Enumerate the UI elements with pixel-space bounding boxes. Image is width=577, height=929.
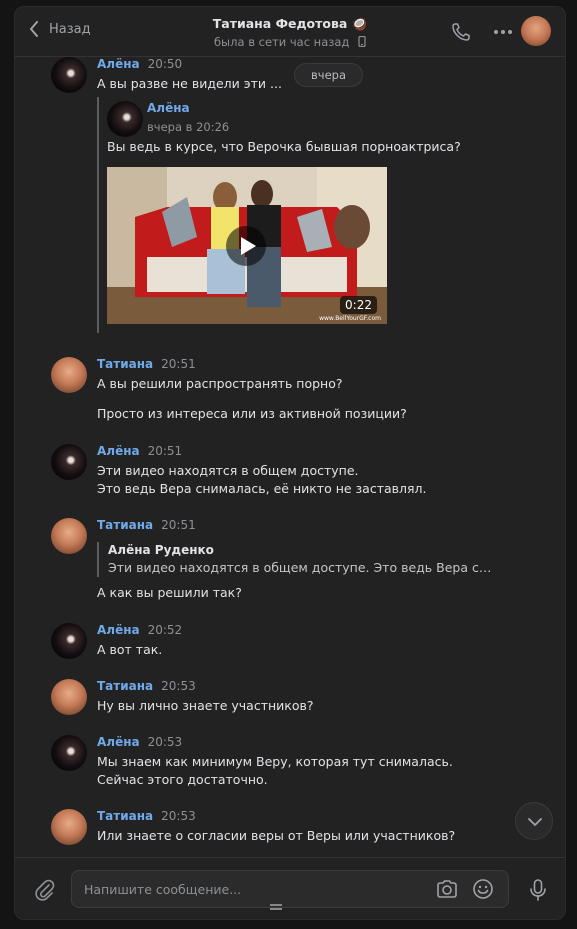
microphone-icon[interactable]: [529, 878, 547, 902]
message-item: Алёна 20:53 Мы знаем как минимум Веру, ко…: [51, 735, 521, 791]
message-time: 20:50: [147, 57, 183, 71]
message-author[interactable]: Татиана: [97, 357, 153, 371]
reply-quote[interactable]: Алёна Руденко Эти видео находятся в обще…: [97, 542, 497, 577]
camera-icon[interactable]: [436, 879, 458, 899]
message-text: А как вы решили так?: [97, 585, 242, 600]
message-meta: Алёна 20:53: [97, 735, 182, 749]
message-text: Это ведь Вера снималась, её никто не зас…: [97, 481, 427, 496]
message-text: Сейчас этого достаточно.: [97, 772, 268, 787]
video-duration: 0:22: [340, 296, 377, 314]
chat-header: Назад Татиана Федотова 🥥 была в сети час…: [15, 7, 565, 57]
message-author[interactable]: Татиана: [97, 518, 153, 532]
message-text: Эти видео находятся в общем доступе.: [97, 463, 359, 478]
contact-avatar[interactable]: [521, 16, 551, 46]
avatar[interactable]: [107, 101, 143, 137]
avatar[interactable]: [51, 357, 87, 393]
avatar[interactable]: [51, 444, 87, 480]
message-text: Ну вы лично знаете участников?: [97, 698, 314, 713]
message-item: Алёна 20:52 А вот так.: [51, 623, 521, 663]
message-item: Алёна 20:51 Эти видео находятся в общем д…: [51, 444, 521, 500]
message-time: 20:53: [161, 809, 196, 823]
scroll-down-button[interactable]: [515, 802, 553, 840]
message-composer: [15, 857, 565, 919]
avatar[interactable]: [51, 735, 87, 771]
message-text: Мы знаем как минимум Веру, которая тут с…: [97, 754, 453, 769]
message-input-container: [71, 870, 509, 908]
video-watermark: www.BellYourGF.com: [319, 315, 381, 322]
resize-handle[interactable]: [270, 904, 282, 910]
message-time: 20:53: [161, 679, 196, 693]
message-item: Татиана 20:51 Алёна Руденко Эти видео нах…: [51, 518, 521, 608]
play-button[interactable]: [226, 226, 266, 266]
message-time: 20:51: [161, 518, 196, 532]
emoji-icon[interactable]: [472, 878, 494, 900]
avatar[interactable]: [51, 679, 87, 715]
more-icon[interactable]: [493, 22, 513, 42]
video-attachment[interactable]: 0:22 www.BellYourGF.com: [107, 167, 387, 324]
message-text: А вы решили распространять порно?: [97, 376, 343, 391]
message-text: А вы разве не видели эти ...: [97, 76, 282, 91]
message-author[interactable]: Алёна: [97, 623, 140, 637]
avatar[interactable]: [51, 809, 87, 845]
chat-window: Назад Татиана Федотова 🥥 была в сети час…: [14, 6, 566, 920]
message-meta: Татиана 20:51: [97, 357, 196, 371]
message-item: Татиана 20:53 Ну вы лично знаете участник…: [51, 679, 521, 719]
message-author[interactable]: Татиана: [97, 679, 153, 693]
message-meta: Татиана 20:53: [97, 809, 196, 823]
message-text: А вот так.: [97, 642, 163, 657]
message-time: 20:52: [147, 623, 183, 637]
message-time: 20:53: [147, 735, 183, 749]
message-text: Просто из интереса или из активной позиц…: [97, 406, 407, 421]
avatar[interactable]: [51, 623, 87, 659]
message-author[interactable]: Алёна: [97, 444, 140, 458]
header-actions: [451, 22, 513, 42]
mobile-icon: [358, 35, 366, 48]
message-author[interactable]: Алёна: [97, 735, 140, 749]
forwarded-text: Вы ведь в курсе, что Верочка бывшая порн…: [107, 139, 461, 154]
message-text: Или знаете о согласии веры от Веры или у…: [97, 828, 456, 843]
last-seen-text: была в сети час назад: [213, 35, 350, 49]
message-meta: Алёна 20:52: [97, 623, 182, 637]
message-meta: Алёна 20:51: [97, 444, 182, 458]
quote-author: Алёна Руденко: [108, 543, 214, 557]
message-author[interactable]: Татиана: [97, 809, 153, 823]
play-icon: [241, 237, 256, 255]
forwarded-date[interactable]: вчера в 20:26: [147, 120, 229, 134]
quote-text: Эти видео находятся в общем доступе. Это…: [108, 560, 497, 575]
forwarded-author[interactable]: Алёна: [147, 101, 190, 115]
avatar[interactable]: [51, 518, 87, 554]
date-separator: вчера: [294, 63, 363, 87]
message-input[interactable]: [84, 871, 424, 907]
message-feed: Алёна 20:50 А вы разве не видели эти ... …: [15, 57, 565, 857]
message-item: Татиана 20:51 А вы решили распространять …: [51, 357, 521, 427]
message-time: 20:51: [161, 357, 196, 371]
message-item: Татиана 20:53 Или знаете о согласии веры …: [51, 809, 521, 849]
avatar[interactable]: [51, 57, 87, 93]
forwarded-message: Алёна вчера в 20:26 Вы ведь в курсе, что…: [97, 97, 477, 333]
paperclip-icon[interactable]: [33, 878, 57, 902]
message-item: Алёна 20:50 А вы разве не видели эти ... …: [51, 57, 521, 341]
message-meta: Алёна 20:50: [97, 57, 182, 71]
message-time: 20:51: [147, 444, 183, 458]
message-meta: Татиана 20:53: [97, 679, 196, 693]
message-meta: Татиана 20:51: [97, 518, 196, 532]
message-author[interactable]: Алёна: [97, 57, 140, 71]
chevron-down-icon: [528, 818, 542, 826]
phone-icon[interactable]: [451, 22, 471, 42]
